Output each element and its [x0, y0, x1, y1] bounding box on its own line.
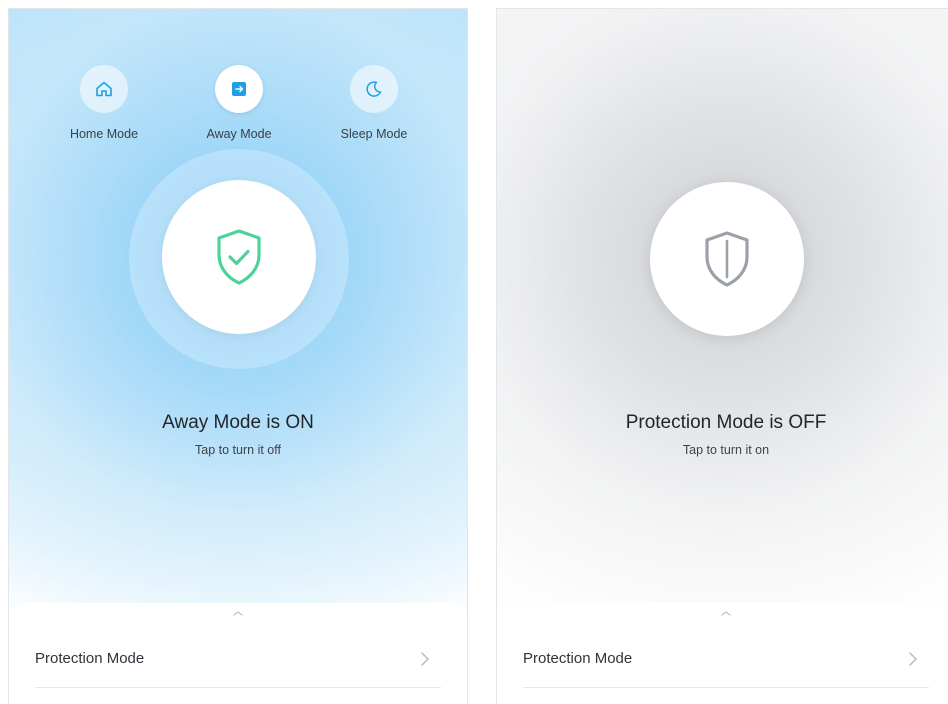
sleep-mode-button[interactable]: [350, 65, 398, 113]
status-subtitle-link[interactable]: Tap to turn it off: [9, 443, 467, 457]
shield-check-icon: [217, 229, 261, 285]
away-mode-panel: Home Mode Away Mode Sleep Mode Away Mode…: [8, 8, 468, 704]
bottom-sheet: Protection Mode: [497, 603, 948, 704]
protection-mode-label: Protection Mode: [35, 650, 145, 667]
status-subtitle-link[interactable]: Tap to turn it on: [497, 443, 948, 457]
away-mode-label: Away Mode: [206, 127, 272, 141]
chevron-up-icon[interactable]: [231, 609, 245, 617]
chevron-up-icon[interactable]: [719, 609, 733, 617]
protection-mode-row[interactable]: Protection Mode: [35, 633, 441, 688]
mode-sleep[interactable]: Sleep Mode: [319, 65, 429, 141]
bottom-sheet: Protection Mode: [9, 603, 467, 704]
chevron-right-icon: [909, 652, 917, 666]
sleep-mode-label: Sleep Mode: [340, 127, 408, 141]
shield-off-icon: [705, 231, 749, 287]
away-exit-icon: [232, 82, 246, 96]
status-title: Protection Mode is OFF: [625, 412, 827, 433]
mode-away[interactable]: Away Mode: [184, 65, 294, 141]
home-mode-button[interactable]: [80, 65, 128, 113]
home-mode-label: Home Mode: [69, 127, 139, 141]
protection-off-panel: Protection Mode is OFF Tap to turn it on…: [496, 8, 948, 704]
protection-toggle-button[interactable]: [162, 180, 316, 334]
protection-mode-label: Protection Mode: [523, 650, 633, 667]
home-icon: [96, 81, 112, 97]
protection-toggle-button[interactable]: [650, 182, 804, 336]
protection-mode-row[interactable]: Protection Mode: [523, 633, 929, 688]
away-mode-button[interactable]: [215, 65, 263, 113]
mode-home[interactable]: Home Mode: [49, 65, 159, 141]
moon-icon: [366, 81, 382, 97]
chevron-right-icon: [421, 652, 429, 666]
status-title: Away Mode is ON: [162, 412, 314, 433]
